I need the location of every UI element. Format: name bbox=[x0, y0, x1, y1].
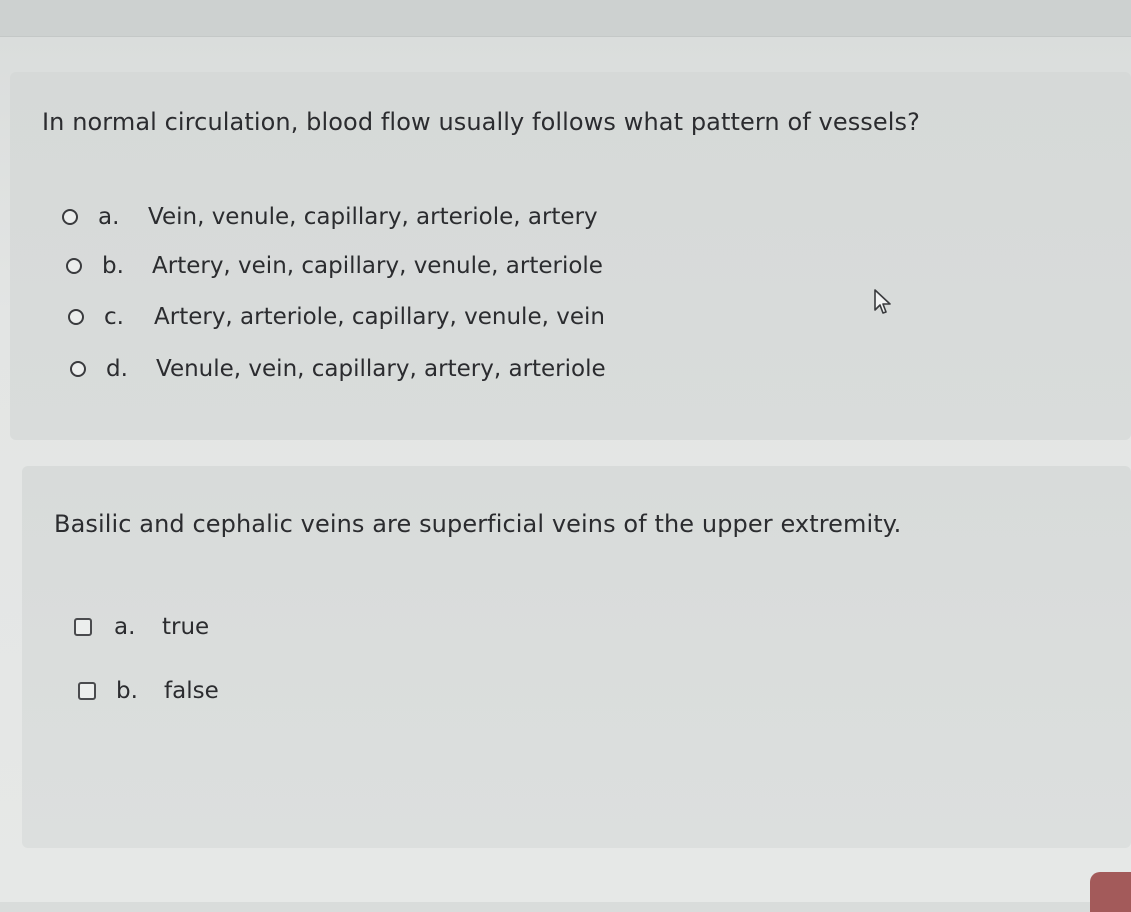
question-card-2: Basilic and cephalic veins are superfici… bbox=[22, 466, 1131, 848]
answer-option-a[interactable]: a. Vein, venule, capillary, arteriole, a… bbox=[62, 200, 598, 234]
radio-button-icon[interactable] bbox=[70, 361, 86, 377]
question-text: In normal circulation, blood flow usuall… bbox=[42, 108, 920, 136]
radio-button-icon[interactable] bbox=[62, 209, 78, 225]
checkbox-icon[interactable] bbox=[74, 618, 92, 636]
answer-option-c[interactable]: c. Artery, arteriole, capillary, venule,… bbox=[68, 300, 605, 334]
question-text: Basilic and cephalic veins are superfici… bbox=[54, 510, 902, 538]
option-letter: a. bbox=[114, 614, 136, 640]
option-label: Vein, venule, capillary, arteriole, arte… bbox=[148, 204, 598, 230]
option-label: Venule, vein, capillary, artery, arterio… bbox=[156, 356, 606, 382]
answer-option-d[interactable]: d. Venule, vein, capillary, artery, arte… bbox=[70, 352, 606, 386]
option-label: Artery, vein, capillary, venule, arterio… bbox=[152, 253, 603, 279]
mouse-pointer-icon bbox=[874, 289, 891, 314]
radio-button-icon[interactable] bbox=[68, 309, 84, 325]
answer-option-false[interactable]: b. false bbox=[78, 674, 219, 708]
option-letter: a. bbox=[98, 204, 120, 230]
top-bar bbox=[0, 0, 1131, 37]
option-label: Artery, arteriole, capillary, venule, ve… bbox=[154, 304, 605, 330]
checkbox-icon[interactable] bbox=[78, 682, 96, 700]
corner-badge bbox=[1090, 872, 1131, 912]
question-card-1: In normal circulation, blood flow usuall… bbox=[10, 72, 1131, 440]
answer-option-b[interactable]: b. Artery, vein, capillary, venule, arte… bbox=[66, 249, 603, 283]
answer-option-true[interactable]: a. true bbox=[74, 610, 209, 644]
option-label: true bbox=[162, 614, 210, 640]
option-letter: c. bbox=[104, 304, 124, 330]
option-letter: b. bbox=[102, 253, 124, 279]
option-letter: b. bbox=[116, 678, 138, 704]
option-letter: d. bbox=[106, 356, 128, 382]
radio-button-icon[interactable] bbox=[66, 258, 82, 274]
option-label: false bbox=[164, 678, 219, 704]
